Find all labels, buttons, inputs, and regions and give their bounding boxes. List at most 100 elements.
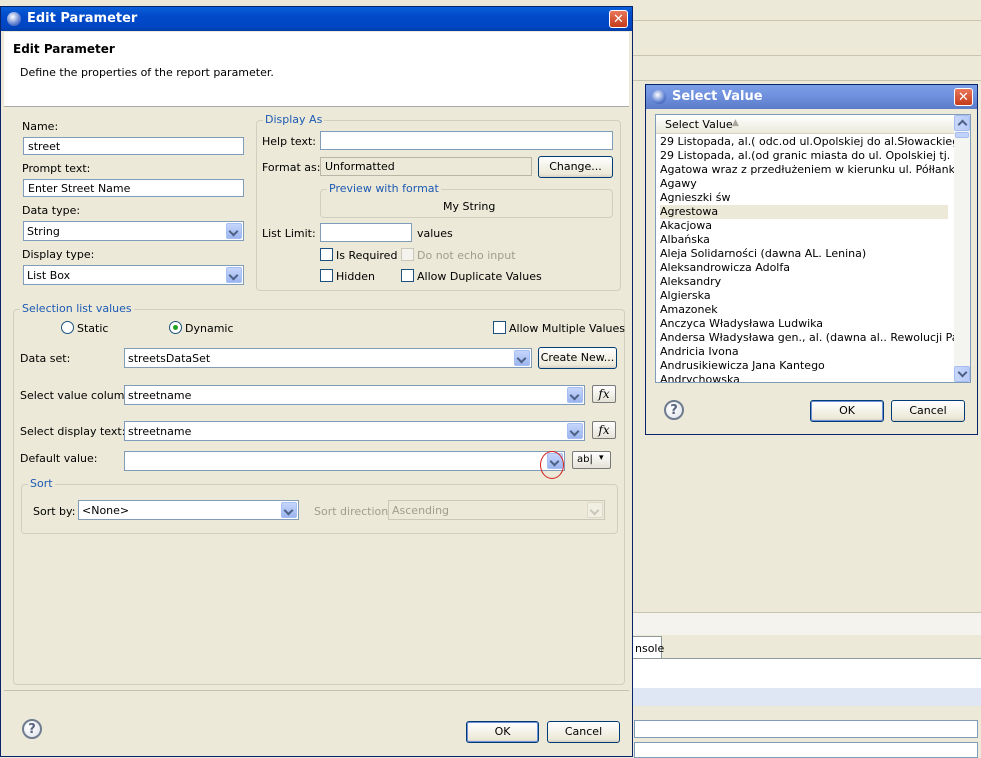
page-title: Edit Parameter: [13, 42, 115, 56]
select-dialog-titlebar[interactable]: Select Value ✕: [646, 85, 977, 109]
list-scrollbar[interactable]: [954, 115, 970, 382]
sort-direction-value: Ascending: [392, 504, 450, 517]
select-value-dialog: Select Value ✕ Select Value ▲ 29 Listopa…: [645, 84, 978, 435]
preview-title: Preview with format: [327, 182, 441, 195]
default-value-label: Default value:: [20, 452, 98, 465]
list-item[interactable]: Agawy: [660, 177, 948, 191]
scroll-down-icon[interactable]: [954, 366, 970, 382]
help-text-field[interactable]: [320, 131, 613, 150]
scroll-thumb[interactable]: [955, 132, 969, 138]
list-item[interactable]: Albańska: [660, 233, 948, 247]
list-item[interactable]: Andrusikiewicza Jana Kantego: [660, 359, 948, 373]
list-item[interactable]: Agnieszki św: [660, 191, 948, 205]
format-label: Format as:: [262, 161, 321, 174]
is-required-label: Is Required: [336, 249, 398, 262]
display-text-value: streetname: [128, 425, 192, 438]
cancel-button[interactable]: Cancel: [547, 721, 620, 743]
help-text-label: Help text:: [262, 135, 316, 148]
display-type-value: List Box: [27, 269, 71, 282]
prompt-field[interactable]: Enter Street Name: [23, 179, 244, 197]
display-text-combo[interactable]: streetname: [124, 421, 585, 441]
eclipse-icon: [652, 90, 666, 104]
list-item[interactable]: Andrychowska: [660, 373, 948, 382]
default-value-combo[interactable]: [124, 451, 565, 471]
chevron-down-icon[interactable]: [281, 502, 297, 518]
allow-multiple-label: Allow Multiple Values: [509, 322, 625, 335]
data-set-label: Data set:: [20, 352, 71, 365]
chevron-down-icon[interactable]: [567, 387, 583, 403]
list-item[interactable]: Amazonek: [660, 303, 948, 317]
list-item[interactable]: Aleksandrowicza Adolfa: [660, 261, 948, 275]
bg-input[interactable]: [634, 720, 978, 738]
list-column-header[interactable]: Select Value ▲: [656, 115, 955, 134]
abl-label: ab|: [577, 454, 593, 465]
values-label: values: [417, 227, 453, 240]
chevron-down-icon[interactable]: [514, 350, 530, 366]
value-column-label: Select value column:: [20, 389, 136, 402]
value-list[interactable]: Select Value ▲ 29 Listopada, al.( odc.od…: [655, 114, 971, 383]
ok-button[interactable]: OK: [810, 400, 884, 422]
change-button[interactable]: Change...: [538, 156, 613, 178]
allow-duplicates-label: Allow Duplicate Values: [417, 270, 542, 283]
close-icon: ✕: [613, 12, 624, 27]
fx-expression-button[interactable]: fx: [592, 421, 616, 439]
list-item[interactable]: Agatowa wraz z przedłużeniem w kierunku …: [660, 163, 958, 177]
close-button[interactable]: ✕: [954, 88, 973, 106]
chevron-down-icon[interactable]: [226, 267, 242, 283]
help-icon[interactable]: ?: [664, 400, 684, 420]
ok-button[interactable]: OK: [466, 721, 539, 743]
scroll-up-icon[interactable]: [954, 115, 970, 131]
list-item[interactable]: Aleksandry: [660, 275, 948, 289]
sort-direction-combo: Ascending: [388, 500, 605, 520]
data-set-value: streetsDataSet: [128, 352, 211, 365]
hidden-label: Hidden: [336, 270, 376, 283]
create-new-button[interactable]: Create New...: [538, 347, 617, 369]
dynamic-label: Dynamic: [185, 322, 234, 335]
dynamic-radio[interactable]: [169, 321, 182, 334]
cancel-button[interactable]: Cancel: [891, 400, 965, 422]
list-item[interactable]: 29 Listopada, al.(od granic miasta do ul…: [660, 149, 970, 163]
name-label: Name:: [22, 120, 59, 133]
hidden-checkbox[interactable]: [320, 269, 333, 282]
sort-by-value: <None>: [82, 504, 130, 517]
chevron-down-icon[interactable]: [226, 223, 242, 239]
list-item[interactable]: Anczyca Władysława Ludwika: [660, 317, 948, 331]
close-button[interactable]: ✕: [609, 10, 628, 28]
dialog-header: Edit Parameter Define the properties of …: [4, 32, 629, 107]
edit-dialog-titlebar[interactable]: Edit Parameter ✕: [1, 7, 632, 31]
edit-parameter-dialog: Edit Parameter ✕ Edit Parameter Define t…: [0, 6, 633, 757]
chevron-down-icon[interactable]: [567, 423, 583, 439]
sort-ascending-icon: ▲: [732, 118, 739, 128]
value-column-combo[interactable]: streetname: [124, 385, 585, 405]
close-icon: ✕: [958, 90, 969, 105]
data-type-combo[interactable]: String: [23, 221, 244, 241]
list-item[interactable]: 29 Listopada, al.( odc.od ul.Opolskiej d…: [660, 135, 970, 149]
edit-dialog-title: Edit Parameter: [27, 11, 138, 26]
selection-list-title: Selection list values: [20, 302, 134, 315]
list-item[interactable]: Aleja Solidarności (dawna AL. Lenina): [660, 247, 948, 261]
list-item[interactable]: Agrestowa: [660, 205, 948, 219]
help-icon[interactable]: ?: [22, 719, 42, 739]
sort-direction-label: Sort direction:: [314, 505, 392, 518]
console-tab[interactable]: nsole: [632, 636, 665, 658]
list-limit-field[interactable]: [320, 223, 412, 242]
data-set-combo[interactable]: streetsDataSet: [124, 348, 532, 368]
is-required-checkbox[interactable]: [320, 248, 333, 261]
list-limit-label: List Limit:: [262, 227, 316, 240]
name-field[interactable]: street: [23, 137, 244, 155]
sort-by-combo[interactable]: <None>: [78, 500, 299, 520]
sort-title: Sort: [28, 477, 55, 490]
allow-duplicates-checkbox[interactable]: [401, 269, 414, 282]
list-item[interactable]: Akacjowa: [660, 219, 948, 233]
static-radio[interactable]: [61, 321, 74, 334]
fx-expression-button[interactable]: fx: [592, 385, 616, 403]
display-as-title: Display As: [263, 113, 325, 126]
allow-multiple-checkbox[interactable]: [493, 321, 506, 334]
list-item[interactable]: Andricia Ivona: [660, 345, 948, 359]
value-type-button[interactable]: ab| ▾: [572, 451, 611, 469]
sort-by-label: Sort by:: [33, 505, 76, 518]
list-item[interactable]: Algierska: [660, 289, 948, 303]
console-tab-label: nsole: [635, 642, 665, 655]
list-item[interactable]: Andersa Władysława gen., al. (dawna al..…: [660, 331, 970, 345]
display-type-combo[interactable]: List Box: [23, 265, 244, 285]
